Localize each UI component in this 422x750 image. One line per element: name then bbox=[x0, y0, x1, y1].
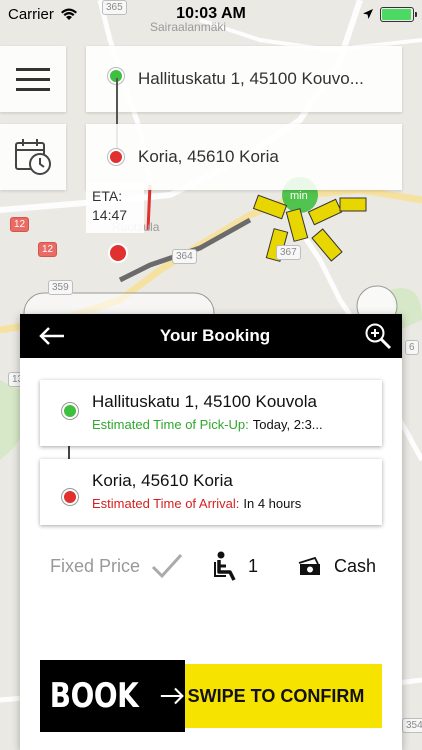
menu-button[interactable] bbox=[0, 46, 66, 112]
eta-label: ETA: bbox=[92, 188, 123, 204]
pickup-address-field[interactable]: Hallituskatu 1, 45100 Kouvo... bbox=[86, 46, 402, 112]
dropoff-stop-address: Koria, 45610 Koria bbox=[92, 471, 233, 490]
dropoff-address-field[interactable]: Koria, 45610 Koria bbox=[86, 124, 402, 190]
road-shield: 364 bbox=[172, 249, 197, 264]
seat-icon bbox=[214, 551, 236, 581]
booking-options: Fixed Price 1 Cash bbox=[20, 546, 402, 586]
battery-fill bbox=[382, 8, 411, 20]
hamburger-icon-line bbox=[16, 77, 50, 81]
pickup-stop-card[interactable]: Hallituskatu 1, 45100 Kouvola Estimated … bbox=[40, 380, 382, 446]
booking-header: Your Booking bbox=[20, 314, 402, 358]
book-label: BOOK bbox=[49, 676, 139, 716]
hamburger-icon-line bbox=[16, 67, 50, 71]
carrier-label: Carrier bbox=[8, 5, 54, 23]
dropoff-marker-icon bbox=[108, 149, 124, 165]
pickup-address-text: Hallituskatu 1, 45100 Kouvo... bbox=[138, 69, 364, 88]
road-shield: 12 bbox=[10, 217, 30, 232]
passenger-count[interactable]: 1 bbox=[214, 550, 258, 582]
eta-time: 14:47 bbox=[92, 207, 128, 223]
fixed-price-label: Fixed Price bbox=[50, 555, 141, 576]
eta-badge: ETA: 14:47 bbox=[86, 183, 144, 233]
road-shield: 354 bbox=[402, 718, 422, 733]
swipe-to-confirm[interactable]: SWIPE TO CONFIRM BOOK bbox=[40, 660, 382, 732]
road-shield: 367 bbox=[276, 245, 301, 260]
pickup-eta-row: Estimated Time of Pick-Up: Today, 2:3... bbox=[92, 417, 382, 432]
dropoff-address-text: Koria, 45610 Koria bbox=[138, 147, 279, 166]
swipe-track[interactable]: SWIPE TO CONFIRM bbox=[170, 664, 382, 728]
booking-sheet: Your Booking Hallituskatu 1, 45100 Kouvo… bbox=[20, 314, 402, 750]
dropoff-dot-icon bbox=[62, 489, 78, 505]
status-bar: Carrier 10:03 AM bbox=[0, 0, 422, 28]
swipe-label: SWIPE TO CONFIRM bbox=[187, 685, 365, 706]
pickup-stop-address: Hallituskatu 1, 45100 Kouvola bbox=[92, 392, 317, 411]
zoom-in-icon[interactable] bbox=[364, 322, 392, 350]
location-arrow-icon bbox=[363, 9, 373, 19]
dropoff-stop-card[interactable]: Koria, 45610 Koria Estimated Time of Arr… bbox=[40, 459, 382, 525]
pickup-eta-label: Estimated Time of Pick-Up: bbox=[92, 417, 249, 432]
calendar-clock-icon bbox=[15, 139, 51, 175]
booking-title: Your Booking bbox=[159, 326, 271, 345]
payment-method-label: Cash bbox=[334, 555, 377, 576]
passenger-count-value: 1 bbox=[248, 555, 259, 576]
check-icon bbox=[151, 553, 183, 579]
cash-icon bbox=[298, 556, 321, 575]
pickup-dot-icon bbox=[62, 403, 78, 419]
road-shield: 6 bbox=[405, 340, 419, 355]
arrow-right-icon bbox=[160, 687, 184, 705]
dropoff-eta-row: Estimated Time of Arrival: In 4 hours bbox=[92, 496, 382, 511]
hamburger-icon-line bbox=[16, 87, 50, 91]
dropoff-eta-label: Estimated Time of Arrival: bbox=[92, 496, 240, 511]
book-slider-handle[interactable]: BOOK bbox=[40, 660, 185, 732]
dropoff-eta-value: In 4 hours bbox=[243, 496, 302, 511]
payment-method[interactable]: Cash bbox=[298, 556, 376, 577]
pickup-eta-value: Today, 2:3... bbox=[252, 417, 323, 432]
map-label-car-marker: min bbox=[290, 190, 308, 202]
schedule-button[interactable] bbox=[0, 124, 66, 190]
back-arrow-icon[interactable] bbox=[38, 325, 66, 347]
road-shield: 12 bbox=[38, 242, 58, 257]
battery-icon bbox=[380, 6, 417, 22]
road-shield: 359 bbox=[48, 280, 73, 295]
wifi-icon bbox=[60, 8, 77, 20]
